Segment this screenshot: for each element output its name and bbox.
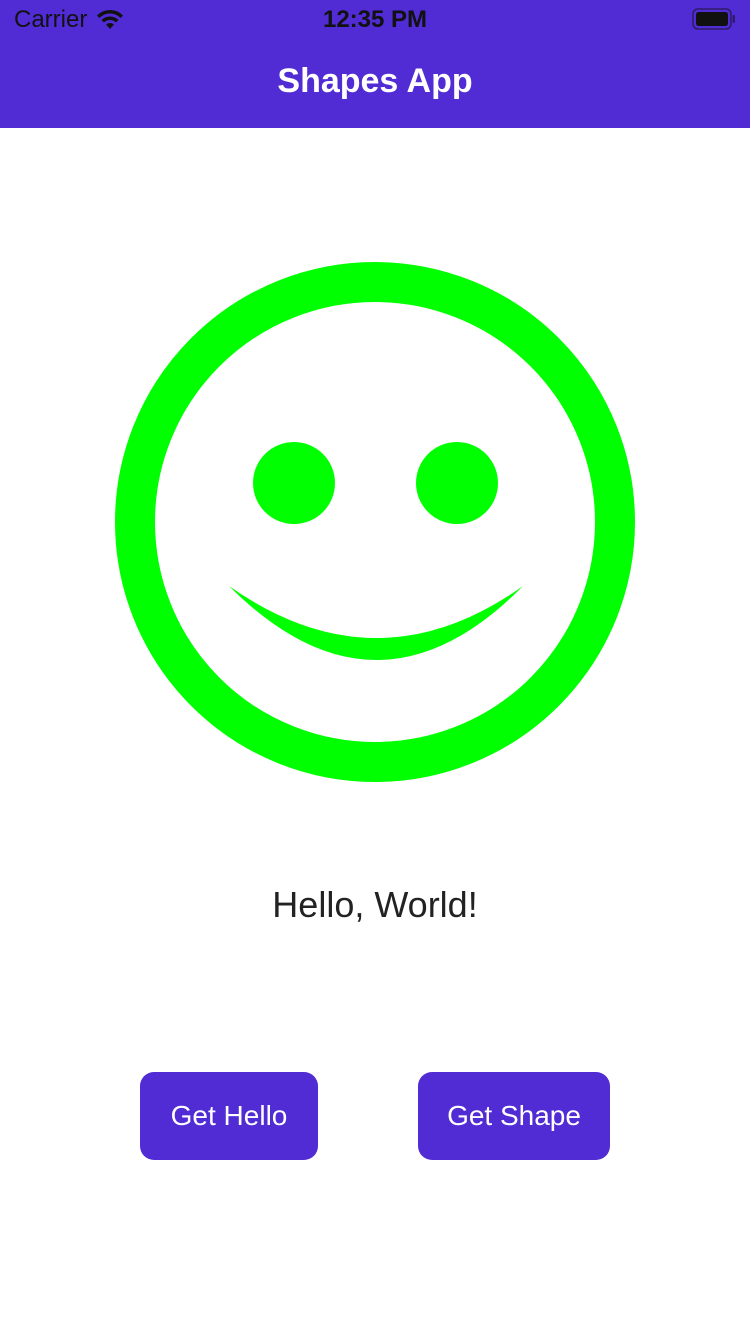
get-hello-button[interactable]: Get Hello: [140, 1072, 318, 1160]
face-outline: [115, 262, 635, 782]
get-shape-button[interactable]: Get Shape: [418, 1072, 610, 1160]
page-title: Shapes App: [277, 62, 473, 100]
navigation-bar: Carrier 12:35 PM Shapes App: [0, 0, 750, 128]
right-eye: [416, 442, 498, 524]
smiley-face-shape: [115, 262, 635, 782]
battery-icon: [692, 8, 736, 30]
status-time: 12:35 PM: [322, 6, 428, 33]
smile-mouth: [229, 586, 523, 660]
app-screen: Carrier 12:35 PM Shapes App Hello, World…: [0, 0, 750, 1334]
status-bar: Carrier 12:35 PM: [0, 0, 750, 40]
greeting-label: Hello, World!: [272, 884, 478, 925]
left-eye: [253, 442, 335, 524]
